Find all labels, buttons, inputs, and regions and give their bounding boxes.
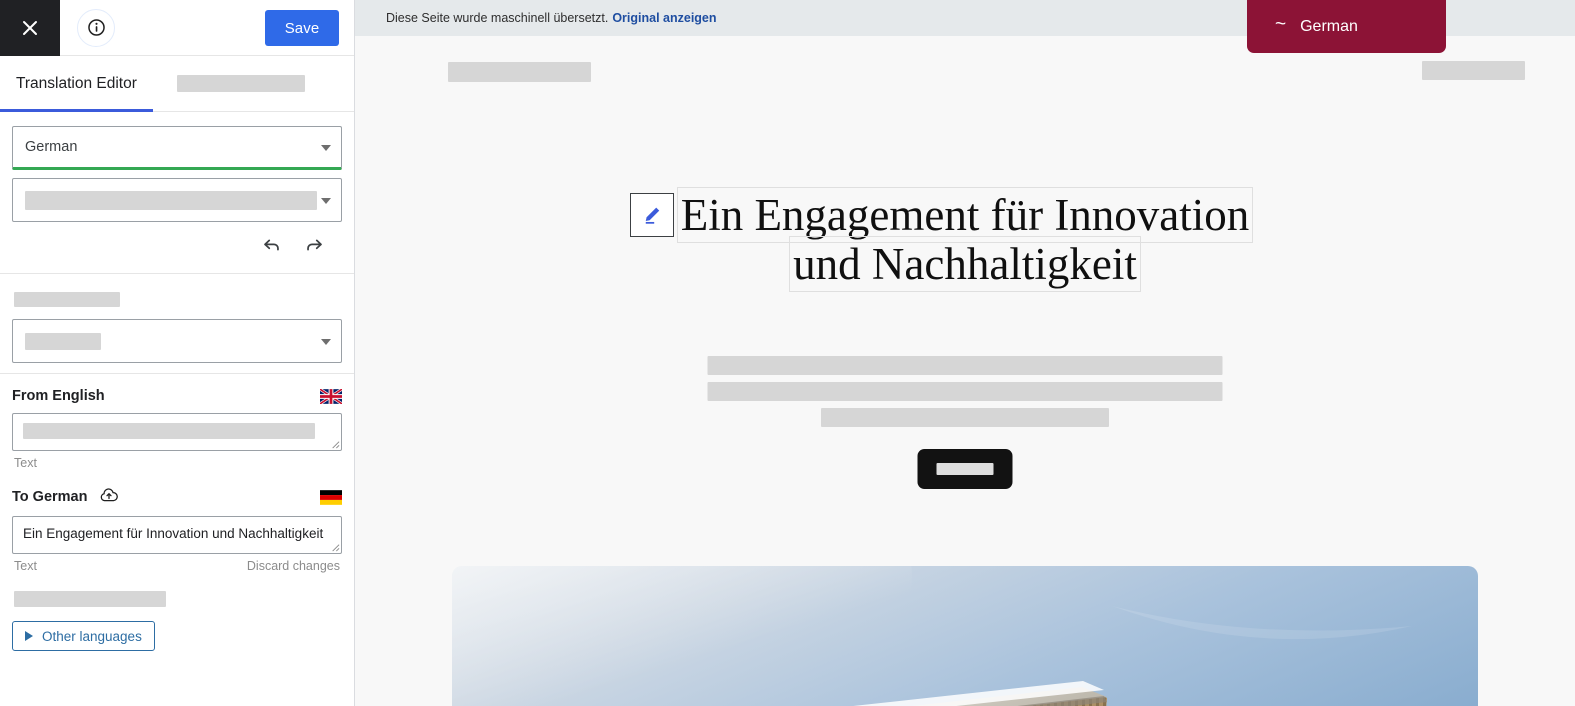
pencil-icon xyxy=(645,207,659,224)
uk-flag-icon xyxy=(319,387,343,405)
chevron-down-icon xyxy=(321,198,331,204)
language-badge-label: German xyxy=(1300,17,1358,35)
undo-button[interactable] xyxy=(258,231,286,259)
source-text-placeholder xyxy=(23,423,315,439)
target-helper-text: Text xyxy=(14,559,37,573)
target-text-input[interactable]: Ein Engagement für Innovation und Nachha… xyxy=(12,516,342,554)
paragraph-placeholder-2 xyxy=(707,382,1223,401)
save-button[interactable]: Save xyxy=(265,10,339,46)
tab-secondary-placeholder[interactable] xyxy=(176,75,305,92)
translation-editor-app: Save Translation Editor German From Engl… xyxy=(0,0,1575,706)
resize-handle-icon[interactable] xyxy=(329,438,340,449)
headline-line-2[interactable]: und Nachhaltigkeit xyxy=(790,237,1140,291)
paragraph-placeholder-3 xyxy=(821,408,1109,427)
info-button[interactable] xyxy=(77,8,115,47)
tab-translation-editor[interactable]: Translation Editor xyxy=(0,56,153,112)
hero-image xyxy=(452,566,1478,706)
element-selection-section xyxy=(0,274,354,374)
chevron-down-icon xyxy=(321,339,331,345)
target-helper-row: Text Discard changes xyxy=(14,559,340,573)
page-title: Ein Engagement für Innovation und Nachha… xyxy=(678,191,1253,288)
preview-pane: Diese Seite wurde maschinell übersetzt. … xyxy=(355,0,1575,706)
tilde-icon: ~ xyxy=(1275,14,1287,35)
resize-handle-icon[interactable] xyxy=(329,541,340,552)
element-select[interactable] xyxy=(12,319,342,363)
source-text-input[interactable] xyxy=(12,413,342,451)
paragraph-placeholder-1 xyxy=(707,356,1223,375)
language-selection-section: German xyxy=(0,112,354,274)
hero-headline-wrap: Ein Engagement für Innovation und Nachha… xyxy=(629,191,1253,288)
target-field-header: To German xyxy=(12,487,342,507)
target-language-select[interactable]: German xyxy=(12,126,342,170)
close-icon xyxy=(23,20,37,35)
cloud-upload-icon xyxy=(101,488,119,502)
secondary-select[interactable] xyxy=(12,178,342,222)
other-languages-label: Other languages xyxy=(42,628,142,644)
secondary-select-placeholder xyxy=(25,190,317,210)
source-helper-text: Text xyxy=(14,456,37,470)
discard-changes-button[interactable]: Discard changes xyxy=(247,559,340,573)
redo-button[interactable] xyxy=(300,231,328,259)
building-photo xyxy=(452,566,1478,706)
headline-line-1[interactable]: Ein Engagement für Innovation xyxy=(678,188,1253,242)
cloud-upload-button[interactable] xyxy=(99,487,119,507)
info-icon xyxy=(87,19,105,36)
chevron-down-icon xyxy=(321,145,331,151)
element-label-placeholder xyxy=(14,292,120,307)
german-flag-icon xyxy=(320,489,342,505)
target-language-value: German xyxy=(25,139,78,155)
redo-icon xyxy=(307,239,322,251)
sidebar-topbar: Save xyxy=(0,0,354,56)
hero-section: Ein Engagement für Innovation und Nachha… xyxy=(355,36,1575,288)
translation-editor-sidebar: Save Translation Editor German From Engl… xyxy=(0,0,355,706)
preview-page: Ein Engagement für Innovation und Nachha… xyxy=(355,36,1575,706)
undo-icon xyxy=(264,239,279,251)
language-badge[interactable]: ~ German xyxy=(1247,0,1446,53)
source-field-label: From English xyxy=(12,388,105,404)
target-field-label: To German xyxy=(12,487,119,507)
view-original-link[interactable]: Original anzeigen xyxy=(612,11,716,25)
translation-fields-section: From English Text To German Ein Engageme… xyxy=(0,374,354,661)
hero-cta-button[interactable] xyxy=(917,449,1013,489)
machine-translation-banner-text: Diese Seite wurde maschinell übersetzt. xyxy=(386,11,609,25)
source-field-header: From English xyxy=(12,387,343,405)
source-helper-row: Text xyxy=(14,456,340,470)
footer-placeholder xyxy=(14,591,166,607)
other-languages-button[interactable]: Other languages xyxy=(12,621,155,651)
sidebar-tabs: Translation Editor xyxy=(0,56,354,112)
triangle-right-icon xyxy=(25,631,33,641)
element-select-placeholder xyxy=(25,332,101,350)
target-text-value: Ein Engagement für Innovation und Nachha… xyxy=(23,526,324,541)
edit-headline-button[interactable] xyxy=(629,193,674,237)
tab-translation-editor-label: Translation Editor xyxy=(16,74,137,92)
close-button[interactable] xyxy=(0,0,60,56)
hero-cta-label-placeholder xyxy=(936,463,994,475)
history-controls xyxy=(12,222,342,263)
target-field-label-text: To German xyxy=(12,489,88,505)
